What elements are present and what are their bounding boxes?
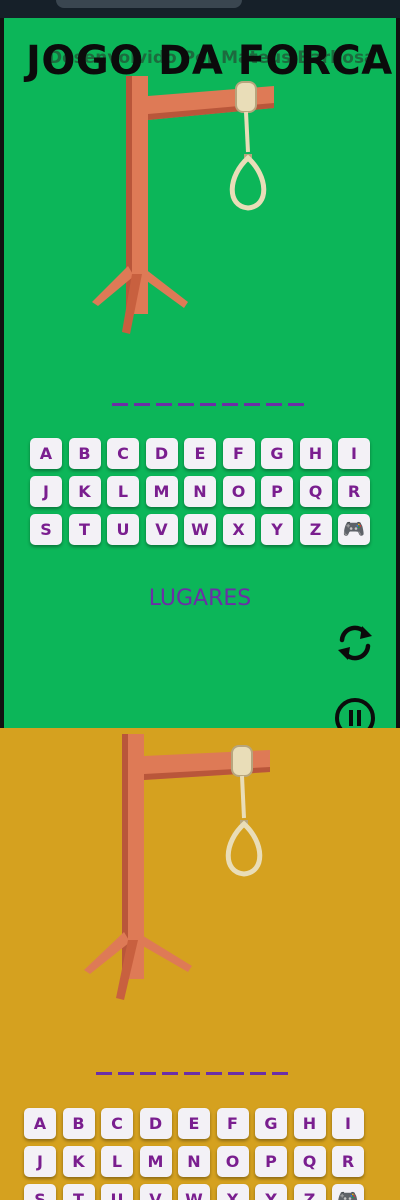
letter-blank (162, 1072, 178, 1075)
key-j[interactable]: J (30, 476, 62, 507)
word-blanks (96, 1072, 288, 1075)
letter-blank (156, 403, 172, 406)
key-w[interactable]: W (178, 1184, 210, 1200)
key-s[interactable]: S (30, 514, 62, 545)
pause-icon[interactable] (333, 696, 377, 728)
key-g[interactable]: G (255, 1108, 287, 1139)
key-j[interactable]: J (24, 1146, 56, 1177)
key-w[interactable]: W (184, 514, 216, 545)
letter-blank (96, 1072, 112, 1075)
letter-blank (206, 1072, 222, 1075)
key-y[interactable]: Y (255, 1184, 287, 1200)
key-l[interactable]: L (101, 1146, 133, 1177)
key-u[interactable]: U (107, 514, 139, 545)
key-x[interactable]: X (216, 1184, 249, 1200)
key-p[interactable]: P (261, 476, 293, 507)
key-b[interactable]: B (68, 438, 101, 469)
key-a[interactable]: A (30, 438, 62, 469)
letter-blank (288, 403, 304, 406)
key-p[interactable]: P (255, 1146, 287, 1177)
key-m[interactable]: M (145, 476, 178, 507)
letter-blank (140, 1072, 156, 1075)
key-q[interactable]: Q (299, 476, 332, 507)
key-r[interactable]: R (338, 476, 370, 507)
gallows-image (84, 734, 270, 1000)
key-n[interactable]: N (184, 476, 216, 507)
key-o[interactable]: O (222, 476, 255, 507)
key-i[interactable]: I (338, 438, 370, 469)
key-n[interactable]: N (178, 1146, 210, 1177)
key-x[interactable]: X (222, 514, 255, 545)
letter-blank (266, 403, 282, 406)
notch (56, 0, 242, 8)
key-f[interactable]: F (222, 438, 255, 469)
letter-blank (244, 403, 260, 406)
key-v[interactable]: V (145, 514, 178, 545)
letter-blank (112, 403, 128, 406)
word-blanks (112, 403, 304, 406)
key-h[interactable]: H (299, 438, 332, 469)
key-i[interactable]: I (332, 1108, 364, 1139)
key-y[interactable]: Y (261, 514, 293, 545)
key-h[interactable]: H (293, 1108, 326, 1139)
letter-blank (228, 1072, 244, 1075)
key-o[interactable]: O (216, 1146, 249, 1177)
key-b[interactable]: B (62, 1108, 95, 1139)
key-u[interactable]: U (101, 1184, 133, 1200)
key-e[interactable]: E (178, 1108, 210, 1139)
key-r[interactable]: R (332, 1146, 364, 1177)
key-z[interactable]: Z (299, 514, 332, 545)
letter-keyboard: A B C D E F G H I J K L M N O P Q R S T … (24, 1108, 364, 1200)
key-l[interactable]: L (107, 476, 139, 507)
letter-blank (250, 1072, 266, 1075)
key-t[interactable]: T (68, 514, 101, 545)
key-v[interactable]: V (139, 1184, 172, 1200)
gamepad-icon[interactable]: 🎮 (338, 514, 370, 545)
letter-keyboard: A B C D E F G H I J K L M N O P Q R S T … (30, 438, 370, 545)
key-g[interactable]: G (261, 438, 293, 469)
gallows-image (92, 76, 274, 334)
letter-blank (184, 1072, 200, 1075)
letter-blank (222, 403, 238, 406)
key-d[interactable]: D (139, 1108, 172, 1139)
letter-blank (200, 403, 216, 406)
refresh-icon[interactable] (334, 622, 376, 664)
key-d[interactable]: D (145, 438, 178, 469)
key-q[interactable]: Q (293, 1146, 326, 1177)
letter-blank (272, 1072, 288, 1075)
hint-category: LUGARES (148, 586, 252, 611)
key-k[interactable]: K (68, 476, 101, 507)
game-screen-gold: A B C D E F G H I J K L M N O P Q R S T … (0, 728, 400, 1200)
key-e[interactable]: E (184, 438, 216, 469)
key-m[interactable]: M (139, 1146, 172, 1177)
gamepad-icon[interactable]: 🎮 (332, 1184, 364, 1200)
letter-blank (118, 1072, 134, 1075)
letter-blank (178, 403, 194, 406)
key-a[interactable]: A (24, 1108, 56, 1139)
key-z[interactable]: Z (293, 1184, 326, 1200)
key-s[interactable]: S (24, 1184, 56, 1200)
key-t[interactable]: T (62, 1184, 95, 1200)
key-c[interactable]: C (101, 1108, 133, 1139)
game-screen-green: Desenvolvido Por Mateus Barbosa JOGO DA … (4, 18, 396, 728)
letter-blank (134, 403, 150, 406)
status-bar (0, 0, 400, 18)
key-c[interactable]: C (107, 438, 139, 469)
key-k[interactable]: K (62, 1146, 95, 1177)
key-f[interactable]: F (216, 1108, 249, 1139)
